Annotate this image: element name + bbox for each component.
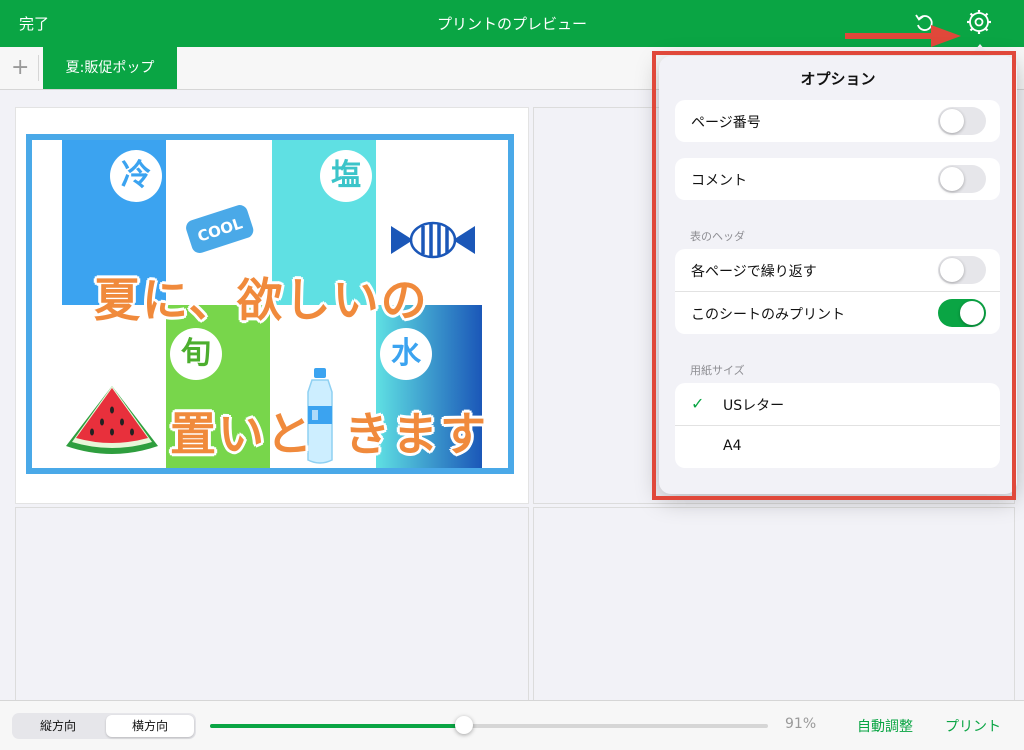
- bottom-toolbar: 縦方向 横方向 91% 自動調整 プリント: [0, 700, 1024, 750]
- paper-option-us-letter[interactable]: ✓ USレター: [675, 383, 1000, 425]
- this-sheet-label: このシートのみプリント: [691, 307, 845, 323]
- page-number-group: ページ番号: [675, 100, 1000, 142]
- checkmark-icon: ✓: [691, 394, 705, 413]
- paper-option-a4[interactable]: A4: [675, 425, 1000, 468]
- paper-option-label: A4: [723, 438, 742, 454]
- plus-icon[interactable]: +: [11, 57, 29, 79]
- popover-arrow: [970, 44, 990, 56]
- cool-badge-icon: COOL: [186, 205, 254, 254]
- toggle-knob: [940, 258, 964, 282]
- options-popover: オプション ページ番号 コメント 表のヘッダ 各ページで繰り返す このシートのみ…: [659, 56, 1017, 494]
- toggle-knob: [940, 167, 964, 191]
- this-sheet-toggle[interactable]: [938, 299, 986, 327]
- print-button[interactable]: プリント: [945, 716, 1001, 736]
- comment-toggle[interactable]: [938, 165, 986, 193]
- preview-page-4: [533, 507, 1015, 702]
- kanji-salt: 塩: [320, 150, 372, 202]
- landscape-option[interactable]: 横方向: [106, 715, 194, 737]
- comment-label: コメント: [691, 173, 747, 189]
- paper-option-label: USレター: [723, 398, 785, 414]
- zoom-slider-thumb[interactable]: [454, 716, 473, 734]
- poster-headline-line2-b: きます: [344, 407, 488, 461]
- page-number-label: ページ番号: [691, 115, 761, 131]
- gear-icon[interactable]: [966, 9, 992, 35]
- divider: [38, 55, 39, 81]
- poster-headline-line1: 夏に、欲しいの: [94, 273, 429, 327]
- page-number-toggle[interactable]: [938, 107, 986, 135]
- zoom-slider[interactable]: [210, 716, 768, 734]
- portrait-option[interactable]: 縦方向: [14, 715, 102, 737]
- paper-size-group: ✓ USレター A4: [675, 383, 1000, 468]
- promo-poster: 冷 塩 旬 水 COOL 夏に、欲しいの 置いと きます: [26, 134, 514, 474]
- repeat-row: 各ページで繰り返す: [675, 249, 1000, 291]
- red-arrow-icon: [845, 25, 961, 47]
- repeat-toggle[interactable]: [938, 256, 986, 284]
- table-header-section-title: 表のヘッダ: [690, 230, 745, 243]
- candy-icon: [391, 221, 475, 259]
- kanji-cold: 冷: [110, 150, 162, 202]
- this-sheet-row: このシートのみプリント: [675, 291, 1000, 334]
- table-header-group: 各ページで繰り返す このシートのみプリント: [675, 249, 1000, 334]
- comment-row: コメント: [675, 158, 1000, 200]
- zoom-percentage: 91%: [785, 716, 817, 732]
- sheet-tab-summer-pop[interactable]: 夏:販促ポップ: [43, 47, 177, 89]
- paper-size-section-title: 用紙サイズ: [690, 364, 745, 377]
- kanji-season: 旬: [170, 328, 222, 380]
- toggle-knob: [960, 301, 984, 325]
- toggle-knob: [940, 109, 964, 133]
- orientation-segmented-control: 縦方向 横方向: [12, 713, 196, 739]
- auto-fit-button[interactable]: 自動調整: [857, 716, 913, 736]
- preview-page-3: [15, 507, 529, 702]
- comment-group: コメント: [675, 158, 1000, 200]
- options-title: オプション: [800, 70, 876, 88]
- kanji-water: 水: [380, 328, 432, 380]
- poster-headline-line2-a: 置いと: [170, 407, 314, 461]
- watermelon-icon: [66, 386, 158, 454]
- repeat-label: 各ページで繰り返す: [691, 264, 817, 280]
- page-number-row: ページ番号: [675, 100, 1000, 142]
- zoom-slider-fill: [210, 724, 464, 728]
